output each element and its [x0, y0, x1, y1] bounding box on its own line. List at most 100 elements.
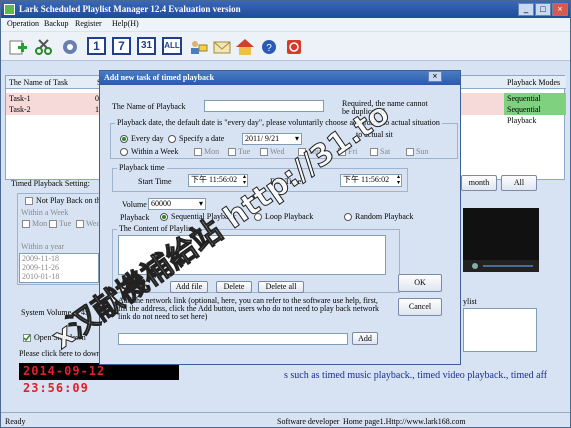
mon-checkbox[interactable] [22, 220, 30, 228]
marquee-text: s such as timed music playback., timed v… [284, 370, 548, 381]
end-time-input[interactable]: 下午 11:56:02 ▴ ▾ [340, 174, 402, 187]
random-label: Random Playback [355, 212, 414, 221]
every-day-label: Every day [131, 134, 164, 143]
not-play-label: Not Play Back on the [36, 196, 105, 205]
status-homepage[interactable]: Home page1.Http://www.lark168.com [343, 417, 466, 426]
within-week-label: Within a Week [21, 208, 69, 217]
chevron-down-icon: ▾ [198, 199, 203, 208]
year-dates-list[interactable]: 2009-11-18 2009-11-26 2010-01-18 [19, 253, 99, 283]
thu-checkbox[interactable] [298, 148, 306, 156]
dialog-close-button[interactable]: × [428, 71, 442, 82]
list-item[interactable]: 2009-11-26 [22, 263, 98, 272]
open-shutdown-label: Open Shutdown [34, 333, 86, 342]
toolbar: 1 7 31 ALL ? [1, 32, 570, 61]
fri-checkbox[interactable] [338, 148, 346, 156]
mail-icon[interactable] [211, 36, 231, 56]
every-day-radio[interactable] [120, 135, 128, 143]
exit-icon[interactable] [283, 36, 303, 56]
month-button[interactable]: month [461, 175, 497, 191]
date-group-title: Playback date, the default date is "ever… [115, 118, 442, 127]
add-task-dialog: Add new task of timed playback × The Nam… [99, 70, 461, 365]
playback-name-label: The Name of Playback [112, 102, 186, 111]
video-preview [463, 208, 539, 272]
mon-checkbox[interactable] [194, 148, 202, 156]
day-1-icon[interactable]: 1 [87, 37, 106, 55]
volume-select[interactable]: 60000 ▾ [148, 198, 206, 210]
spinner-icon[interactable]: ▴ ▾ [243, 174, 246, 186]
wizard-icon[interactable] [59, 36, 79, 56]
menu-register[interactable]: Register [75, 19, 102, 28]
add-task-icon[interactable] [7, 36, 27, 56]
mon-label: Mon [32, 219, 48, 228]
title-bar: Lark Scheduled Playlist Manager 12.4 Eva… [1, 1, 570, 18]
within-year-label: Within a year [21, 242, 65, 251]
close-button[interactable]: × [552, 3, 568, 16]
day-31-icon[interactable]: 31 [137, 37, 156, 55]
app-window: Lark Scheduled Playlist Manager 12.4 Eva… [0, 0, 571, 428]
sat-label: Sat [380, 147, 391, 156]
list-item[interactable]: 2009-11-18 [22, 254, 98, 263]
menu-bar: Operation Backup Register Help(H) [1, 18, 570, 31]
add-file-button[interactable]: Add file [170, 281, 208, 293]
minimize-button[interactable]: _ [518, 3, 534, 16]
col-header-mode[interactable]: Playback Modes [504, 76, 566, 89]
network-link-input[interactable] [118, 333, 348, 345]
spinner-icon[interactable]: ▴ ▾ [397, 174, 400, 186]
actual-situation-text: to actual sit [356, 130, 393, 139]
task-mode: Sequential Playback [504, 93, 566, 114]
within-week-radio[interactable] [120, 148, 128, 156]
sequential-radio[interactable] [160, 213, 168, 221]
specify-date-radio[interactable] [168, 135, 176, 143]
users-icon[interactable] [187, 36, 208, 56]
sat-checkbox[interactable] [370, 148, 378, 156]
playback-name-input[interactable] [204, 100, 324, 112]
maximize-button[interactable]: □ [535, 3, 551, 16]
playlist-box[interactable] [463, 308, 537, 352]
delete-button[interactable]: Delete [216, 281, 252, 293]
svg-text:?: ? [266, 43, 272, 54]
random-radio[interactable] [344, 213, 352, 221]
scissors-icon[interactable] [33, 36, 53, 56]
thu-label: Thu [308, 147, 321, 156]
sun-checkbox[interactable] [406, 148, 414, 156]
tue-label: Tue [238, 147, 251, 156]
status-ready: Ready [5, 417, 26, 426]
wed-checkbox[interactable] [76, 220, 84, 228]
mon-label: Mon [204, 147, 220, 156]
not-play-checkbox[interactable] [25, 197, 33, 205]
specify-date-label: Specify a date [179, 134, 225, 143]
help-icon[interactable]: ? [258, 36, 278, 56]
date-picker[interactable]: 2011/ 9/21 ▾ [242, 133, 302, 145]
chevron-down-icon: ▾ [294, 134, 299, 143]
day-7-icon[interactable]: 7 [112, 37, 131, 55]
loop-radio[interactable] [254, 213, 262, 221]
all-button[interactable]: All [501, 175, 537, 191]
tue-checkbox[interactable] [228, 148, 236, 156]
home-icon[interactable] [234, 36, 254, 56]
menu-help[interactable]: Help(H) [112, 19, 139, 28]
start-time-input[interactable]: 下午 11:56:02 ▴ ▾ [188, 174, 248, 187]
system-volume-label: System Volume [21, 308, 72, 317]
menu-operation[interactable]: Operation [7, 19, 39, 28]
all-icon[interactable]: ALL [162, 37, 182, 55]
start-time-value: 下午 11:56:02 [191, 175, 238, 184]
within-week-label: Within a Week [131, 147, 179, 156]
end-time-value: 下午 11:56:02 [343, 175, 390, 184]
loop-label: Loop Playback [265, 212, 314, 221]
open-shutdown-checkbox[interactable] [23, 334, 31, 342]
delete-all-button[interactable]: Delete all [258, 281, 304, 293]
tue-checkbox[interactable] [49, 220, 57, 228]
window-title: Lark Scheduled Playlist Manager 12.4 Eva… [19, 4, 241, 14]
playlist-content-list[interactable] [118, 235, 386, 275]
volume-value: 60000 [151, 199, 171, 208]
cancel-button[interactable]: Cancel [398, 298, 442, 316]
menu-backup[interactable]: Backup [44, 19, 68, 28]
list-item[interactable]: 2010-01-18 [22, 272, 98, 281]
start-time-label: Start Time [138, 177, 172, 186]
col-header-name[interactable]: The Name of Task [6, 76, 94, 89]
network-link-note: Add the network link (optional, here, yo… [118, 297, 380, 321]
add-link-button[interactable]: Add [352, 332, 378, 345]
ok-button[interactable]: OK [398, 274, 442, 292]
content-group-title: The Content of Playlist [117, 224, 196, 233]
wed-checkbox[interactable] [260, 148, 268, 156]
